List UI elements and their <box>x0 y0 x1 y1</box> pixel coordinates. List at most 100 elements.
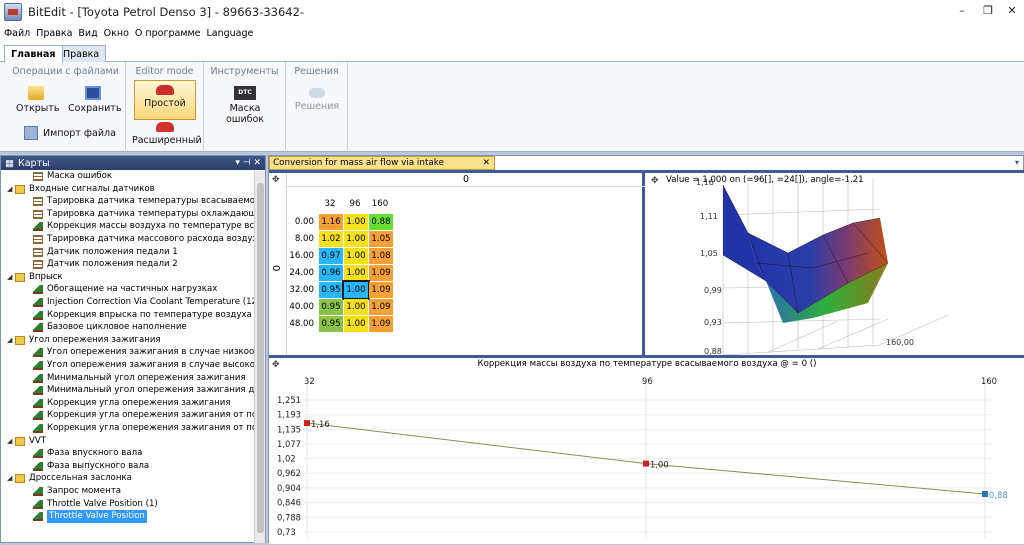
table-cell[interactable]: 0.96 <box>319 265 343 281</box>
restore-button[interactable]: ❐ <box>980 4 996 18</box>
menu-window[interactable]: Окно <box>104 28 129 39</box>
table-cell[interactable]: 1.02 <box>319 231 343 247</box>
tree-item[interactable]: Коррекция угла опережения зажигания от п… <box>33 422 255 435</box>
column-header[interactable]: 96 <box>344 196 366 212</box>
tree-item[interactable]: Запрос момента <box>33 485 121 498</box>
tree-item[interactable]: Тарировка датчика массового расхода возд… <box>33 233 255 246</box>
table-cell[interactable]: 0.95 <box>319 316 343 332</box>
collapse-toggle-icon[interactable]: ◢ <box>7 183 15 196</box>
table-cell[interactable]: 1.08 <box>369 248 393 264</box>
table-cell[interactable]: 1.00 <box>344 248 368 264</box>
tree-item[interactable]: Коррекция угла опережения зажигания <box>33 397 231 410</box>
dtc-mask-button[interactable]: DTC Маска ошибок <box>210 86 280 125</box>
table-cell[interactable]: 1.00 <box>344 214 368 230</box>
data-point[interactable] <box>304 420 310 427</box>
table-cell[interactable]: 0.95 <box>319 299 343 315</box>
ribbon-tab-strip: Главная Правка <box>0 42 1024 63</box>
y-tick-label: 1,135 <box>277 424 301 434</box>
tree-folder[interactable]: ◢ VVT <box>7 435 46 448</box>
tree-folder[interactable]: ◢ Дроссельная заслонка <box>7 472 132 485</box>
menu-about[interactable]: О программе <box>135 28 201 39</box>
close-button[interactable]: ✕ <box>1004 4 1020 18</box>
table-cell[interactable]: 1.09 <box>369 282 393 298</box>
row-header[interactable]: 48.00 <box>287 316 317 332</box>
tree-item[interactable]: Тарировка датчика температуры охлаждающе… <box>33 208 255 221</box>
tree-item[interactable]: Коррекция угла опережения зажигания от п… <box>33 409 255 422</box>
data-label: 1,16 <box>311 419 330 429</box>
simple-mode-button[interactable]: Простой <box>134 80 196 120</box>
table-cell[interactable]: 1.16 <box>319 214 343 230</box>
collapse-toggle-icon[interactable]: ◢ <box>7 334 15 347</box>
minimize-button[interactable]: – <box>954 4 970 18</box>
tree-item[interactable]: Угол опережения зажигания в случае высок… <box>33 359 255 372</box>
line-chart[interactable]: 1,251 1,193 1,135 1,077 1,02 0,962 0,904 0,846 0… <box>269 358 1024 544</box>
tree-item[interactable]: Датчик положения педали 1 <box>33 246 178 259</box>
row-header[interactable]: 32.00 <box>287 282 317 298</box>
group-solutions: Решения Решения <box>286 62 348 150</box>
save-button[interactable]: Сохранить <box>68 86 121 114</box>
menu-view[interactable]: Вид <box>78 28 97 39</box>
row-header[interactable]: 0.00 <box>287 214 317 230</box>
table-cell[interactable]: 1.00 <box>344 316 368 332</box>
tree-scrollbar[interactable] <box>254 171 265 543</box>
z-tick-label: 1,05 <box>700 249 718 258</box>
tree-item[interactable]: Минимальный угол опережения зажигания дл… <box>33 384 255 397</box>
row-header[interactable]: 16.00 <box>287 248 317 264</box>
menu-file[interactable]: Файл <box>4 28 30 39</box>
tab-edit[interactable]: Правка <box>56 45 107 62</box>
tree-item[interactable]: Угол опережения зажигания в случае низко… <box>33 346 255 359</box>
table-cell[interactable]: 0.97 <box>319 248 343 264</box>
panel-controls[interactable]: ▾ ⊣ ✕ <box>235 158 261 168</box>
tree-item[interactable]: Injection Correction Via Coolant Tempera… <box>33 296 255 309</box>
tree-folder[interactable]: ◢ Входные сигналы датчиков <box>7 183 155 196</box>
tree-item[interactable]: Обогащение на частичных нагрузках <box>33 283 217 296</box>
tree-item[interactable]: Коррекция впрыска по температуре воздуха… <box>33 309 255 322</box>
tree-item[interactable]: Throttle Valve Position <box>33 510 147 524</box>
table-cell[interactable]: 1.05 <box>369 231 393 247</box>
table-cell[interactable]: 1.09 <box>369 265 393 281</box>
collapse-toggle-icon[interactable]: ◢ <box>7 435 15 448</box>
solutions-button[interactable]: Решения <box>292 88 342 112</box>
tab-main[interactable]: Главная <box>4 45 63 63</box>
collapse-toggle-icon[interactable]: ◢ <box>7 472 15 485</box>
row-header[interactable]: 40.00 <box>287 299 317 315</box>
move-icon[interactable]: ✥ <box>272 175 280 185</box>
tree-folder[interactable]: ◢ Впрыск <box>7 271 63 284</box>
collapse-toggle-icon[interactable]: ◢ <box>7 271 15 284</box>
row-header[interactable]: 8.00 <box>287 231 317 247</box>
column-header[interactable]: 160 <box>369 196 391 212</box>
table-cell[interactable]: 1.00 <box>342 280 370 300</box>
tree-folder[interactable]: ◢ Угол опережения зажигания <box>7 334 161 347</box>
document-tab[interactable]: Conversion for mass air flow via intake … <box>269 156 495 180</box>
tree-item[interactable]: Минимальный угол опережения зажигания <box>33 372 246 385</box>
tree-item[interactable]: Маска ошибок <box>33 171 112 183</box>
tree-item[interactable]: Фаза выпускного вала <box>33 460 149 473</box>
window-title: BitEdit - [Toyota Petrol Denso 3] - 8966… <box>28 5 305 19</box>
tab-menu-icon[interactable]: ▾ <box>1015 158 1019 167</box>
tree-item[interactable]: Throttle Valve Position (1) <box>33 498 158 511</box>
import-file-button[interactable]: Импорт файла <box>24 126 124 140</box>
tree-item[interactable]: Фаза впускного вала <box>33 447 142 460</box>
table-cell[interactable]: 1.00 <box>344 265 368 281</box>
data-point[interactable] <box>643 460 649 467</box>
tree-item[interactable]: Датчик положения педали 2 <box>33 258 178 271</box>
table-cell[interactable]: 1.00 <box>344 231 368 247</box>
scrollbar-thumb[interactable] <box>257 183 264 533</box>
tree-item[interactable]: Коррекция массы воздуха по температуре в… <box>33 220 255 233</box>
table-cell[interactable]: 0.95 <box>319 282 343 298</box>
menu-language[interactable]: Language <box>207 28 254 39</box>
tree-item[interactable]: Базовое цикловое наполнение <box>33 321 187 334</box>
menu-edit[interactable]: Правка <box>36 28 72 39</box>
extended-mode-button[interactable]: Расширенный <box>132 122 202 146</box>
surface-plot[interactable]: 1,16 1,11 1,05 0,99 0,93 0,88 160,00 <box>648 173 1024 355</box>
table-cell[interactable]: 1.00 <box>344 299 368 315</box>
tree-item[interactable]: Тарировка датчика температуры всасываемо… <box>33 195 255 208</box>
close-tab-icon[interactable]: ✕ <box>483 157 490 169</box>
table-cell[interactable]: 1.09 <box>369 316 393 332</box>
table-cell[interactable]: 0.88 <box>369 214 393 230</box>
data-point[interactable] <box>982 490 988 497</box>
column-header[interactable]: 32 <box>319 196 341 212</box>
table-cell[interactable]: 1.09 <box>369 299 393 315</box>
open-button[interactable]: Открыть <box>16 86 59 114</box>
row-header[interactable]: 24.00 <box>287 265 317 281</box>
